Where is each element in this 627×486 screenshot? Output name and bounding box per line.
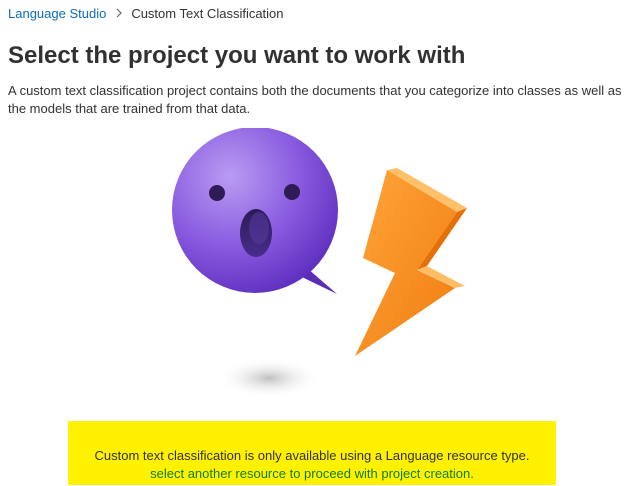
breadcrumb-current-page: Custom Text Classification bbox=[131, 5, 284, 21]
page-title: Select the project you want to work with bbox=[8, 42, 466, 69]
breadcrumb: Language Studio Custom Text Classificati… bbox=[8, 5, 284, 21]
surprised-speech-bubble-icon bbox=[172, 127, 338, 294]
breadcrumb-language-studio-link[interactable]: Language Studio bbox=[8, 6, 106, 21]
page: Language Studio Custom Text Classificati… bbox=[0, 0, 627, 486]
empty-state-illustration bbox=[165, 127, 475, 403]
page-description: A custom text classification project con… bbox=[8, 83, 622, 116]
lightning-bolt-icon bbox=[355, 168, 467, 356]
chevron-right-icon bbox=[116, 8, 123, 18]
select-another-resource-link[interactable]: select another resource to proceed with … bbox=[68, 465, 556, 483]
notice-message: Custom text classification is only avail… bbox=[94, 448, 530, 463]
resource-type-notice: Custom text classification is only avail… bbox=[68, 421, 556, 485]
floor-shadow bbox=[217, 358, 321, 398]
